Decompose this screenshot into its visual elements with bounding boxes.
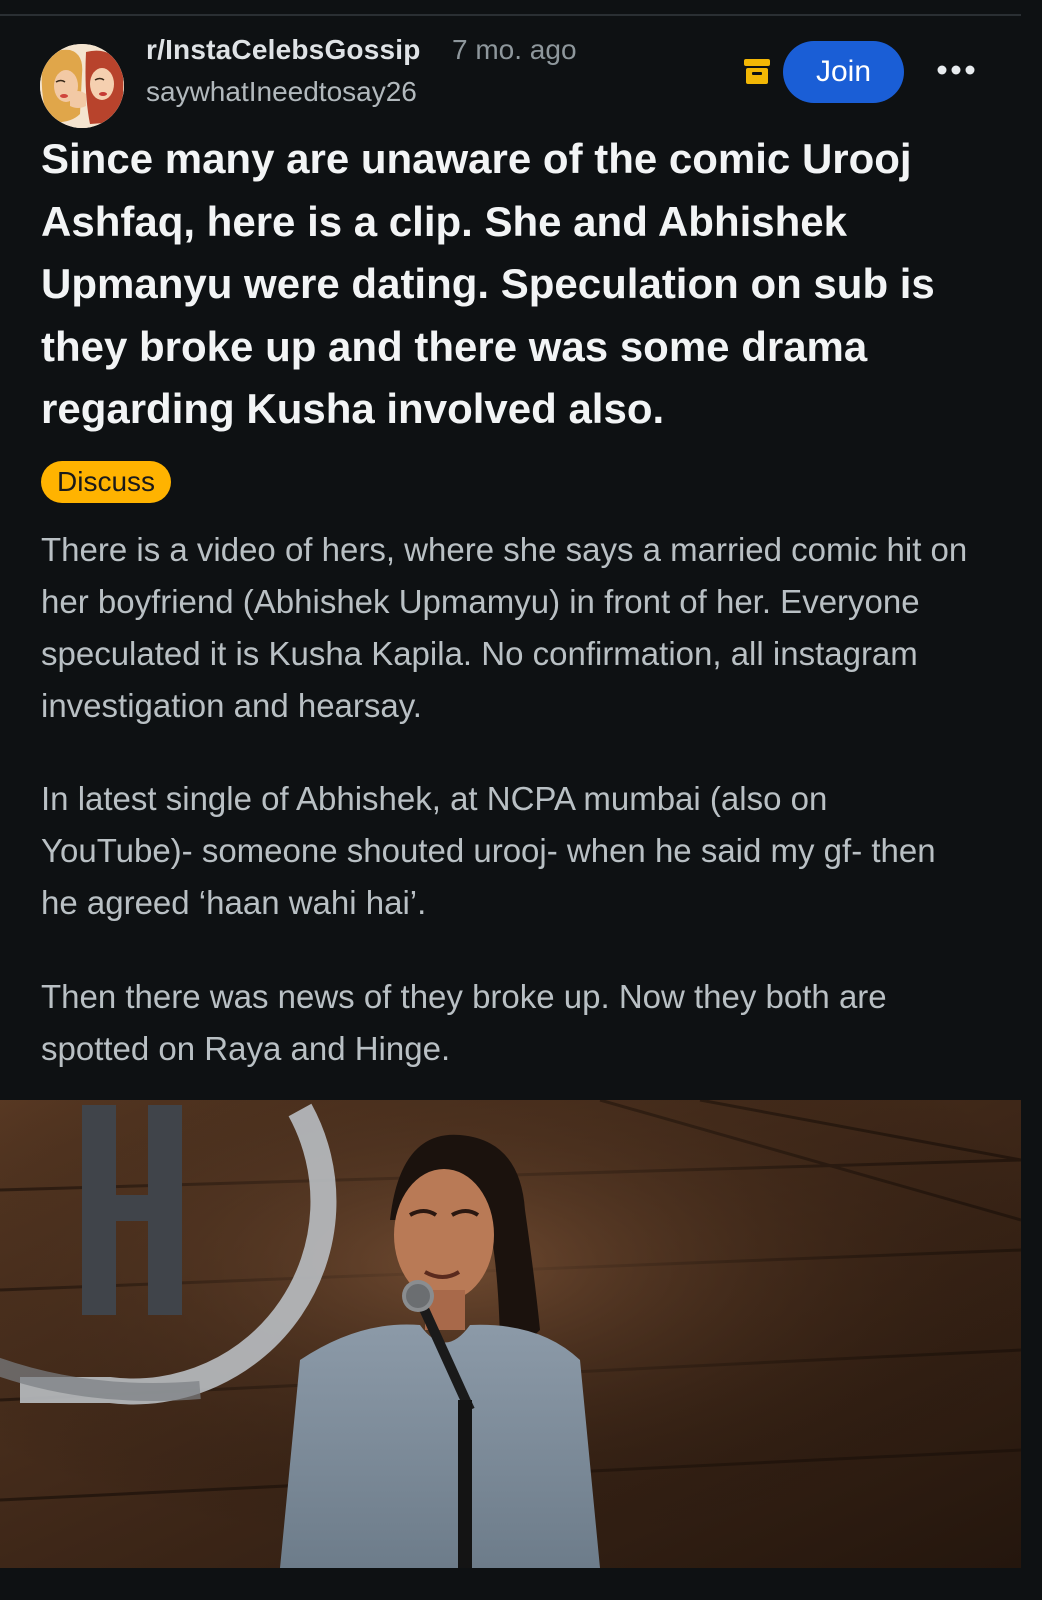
more-options-icon[interactable] — [934, 60, 978, 80]
post-body-paragraph-1: There is a video of hers, where she says… — [41, 531, 968, 724]
post-body-paragraph-3: Then there was news of they broke up. No… — [41, 978, 887, 1067]
stage-photo — [0, 1100, 1021, 1568]
post-author[interactable]: saywhatIneedtosay26 — [146, 76, 417, 108]
post-card: r/InstaCelebsGossip 7 mo. ago saywhatIne… — [0, 16, 1021, 1098]
post-title[interactable]: Since many are unaware of the comic Uroo… — [41, 128, 986, 441]
post-body-paragraph-2: In latest single of Abhishek, at NCPA mu… — [41, 780, 936, 921]
archive-icon — [742, 56, 772, 86]
subreddit-name[interactable]: r/InstaCelebsGossip — [146, 34, 421, 66]
join-button[interactable]: Join — [783, 41, 904, 103]
post-flair[interactable]: Discuss — [41, 461, 172, 503]
top-divider — [0, 0, 1021, 16]
post-video-thumbnail[interactable] — [0, 1100, 1021, 1568]
avatar-illustration — [40, 44, 124, 128]
post-time: 7 mo. ago — [452, 34, 577, 65]
subreddit-avatar[interactable] — [40, 44, 124, 128]
